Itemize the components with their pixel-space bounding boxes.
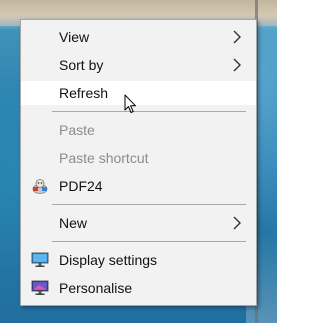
chevron-right-icon [233, 30, 241, 44]
menu-separator [52, 241, 246, 242]
menu-item-label: Paste shortcut [59, 150, 149, 166]
menu-item-paste-shortcut[interactable]: Paste shortcut [21, 146, 256, 170]
menu-item-pdf24[interactable]: PDF24 [21, 174, 256, 198]
menu-item-label: New [59, 215, 88, 231]
menu-item-label: Sort by [59, 57, 104, 73]
menu-item-paste[interactable]: Paste [21, 118, 256, 142]
menu-item-label: Paste [59, 122, 95, 138]
menu-item-refresh[interactable]: Refresh [21, 81, 256, 105]
chevron-right-icon [233, 58, 241, 72]
mouse-cursor-icon [124, 94, 136, 113]
display-settings-icon [31, 252, 49, 267]
menu-item-label: PDF24 [59, 178, 103, 194]
menu-item-new[interactable]: New [21, 211, 256, 235]
menu-item-label: Display settings [59, 252, 158, 268]
personalise-icon [31, 280, 49, 295]
menu-item-personalise[interactable]: Personalise [21, 276, 256, 300]
desktop-context-menu: View Sort by Refresh Paste Paste shortcu… [20, 19, 257, 306]
menu-separator [52, 204, 246, 205]
menu-item-view[interactable]: View [21, 25, 256, 49]
menu-item-label: Personalise [59, 280, 133, 296]
menu-item-sort-by[interactable]: Sort by [21, 53, 256, 77]
menu-item-label: View [59, 29, 90, 45]
menu-separator [52, 111, 246, 112]
chevron-right-icon [233, 216, 241, 230]
pdf24-icon [32, 179, 48, 194]
menu-item-label: Refresh [59, 85, 109, 101]
menu-item-display-settings[interactable]: Display settings [21, 248, 256, 272]
